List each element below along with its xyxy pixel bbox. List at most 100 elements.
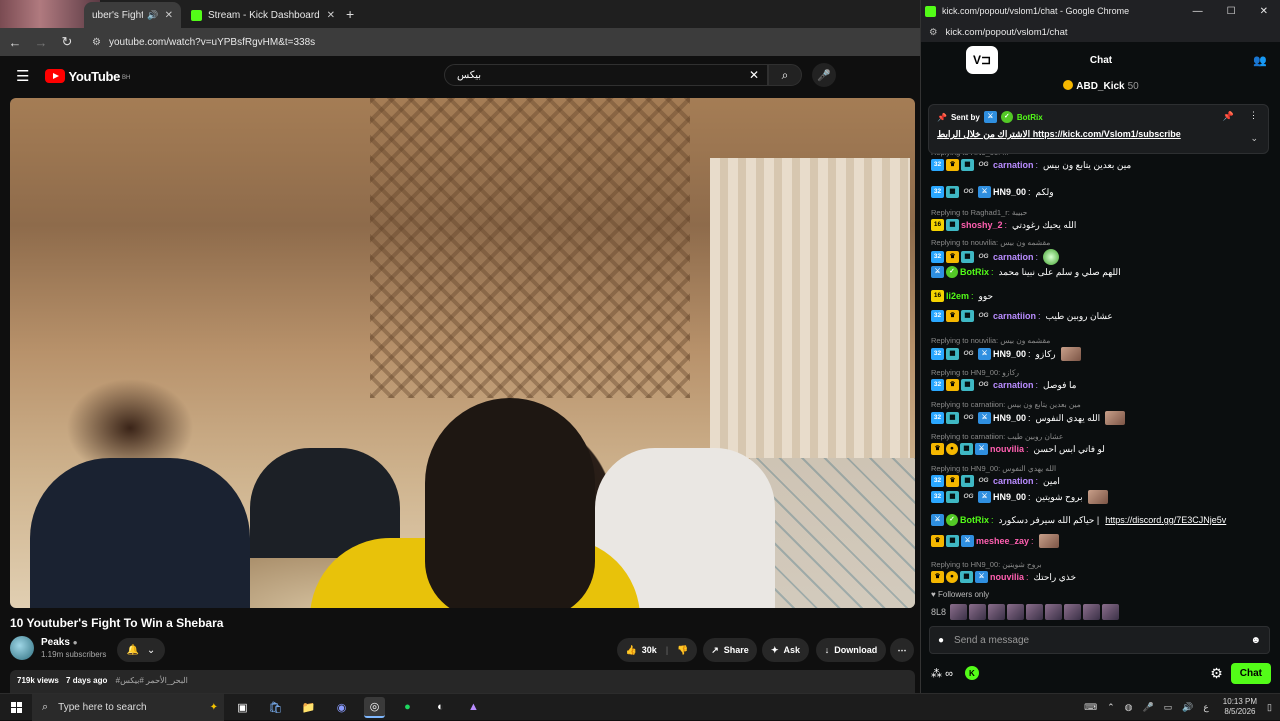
gifter-badge-icon[interactable]: ▦ bbox=[961, 475, 974, 487]
task-view-icon[interactable]: ▣ bbox=[232, 697, 253, 718]
close-tab-icon[interactable]: ✕ bbox=[165, 10, 173, 21]
pinned-message[interactable]: 📌 Sent by ⚔ ✓ BotRix الاشتراك من خلال ال… bbox=[928, 104, 1269, 154]
pinned-user[interactable]: BotRix bbox=[1017, 113, 1043, 122]
reply-context[interactable]: Replying to Raghad1_r: حبيبة bbox=[931, 208, 1271, 217]
vip-badge-icon[interactable]: ⚔ bbox=[961, 535, 974, 547]
gifter-badge-icon[interactable]: ▦ bbox=[961, 379, 974, 391]
menu-icon[interactable]: ☰ bbox=[16, 67, 29, 85]
network-icon[interactable]: ▭ bbox=[1164, 702, 1173, 713]
channel-logo[interactable]: V⊐ bbox=[966, 46, 998, 74]
clear-search-icon[interactable]: ✕ bbox=[749, 68, 759, 82]
coin-badge-icon[interactable]: ● bbox=[946, 443, 958, 455]
og-badge-icon[interactable]: OG bbox=[976, 475, 991, 487]
chat-username[interactable]: nouvilia bbox=[990, 572, 1024, 582]
crown-badge-icon[interactable]: ♛ bbox=[946, 251, 959, 263]
og-badge-icon[interactable]: OG bbox=[976, 159, 991, 171]
gifter-badge-icon[interactable]: ▦ bbox=[946, 219, 959, 231]
coin-badge-icon[interactable]: ● bbox=[946, 571, 958, 583]
top-gifter[interactable]: ABD_Kick 50 bbox=[921, 80, 1280, 92]
reply-context[interactable]: Replying to nouvilia: مقشمه ون بيس bbox=[931, 238, 1271, 247]
users-icon[interactable]: 👥 bbox=[1253, 54, 1267, 67]
og-badge-icon[interactable]: OG bbox=[976, 251, 991, 263]
follower-avatar[interactable] bbox=[1045, 604, 1063, 620]
language-indicator[interactable]: ع bbox=[1203, 702, 1208, 713]
verified-badge-icon[interactable]: ✓ bbox=[946, 266, 958, 278]
chat-username[interactable]: HN9_00 bbox=[993, 187, 1026, 197]
chat-message[interactable]: ⚔ ✓ BotRix: اللهم صلي و سلم على نبينا محمد bbox=[931, 264, 1271, 278]
subscriber-badge-icon[interactable]: 32 bbox=[931, 186, 944, 198]
chat-username[interactable]: HN9_00 bbox=[993, 349, 1026, 359]
more-actions-button[interactable]: ⋯ bbox=[890, 638, 914, 662]
gift-count-badge-icon[interactable]: 16 bbox=[931, 290, 944, 302]
chat-username[interactable]: carnation bbox=[993, 252, 1034, 262]
follower-avatar[interactable] bbox=[1064, 604, 1082, 620]
reply-context[interactable]: Replying to HN9_00: بروح شويتين bbox=[931, 560, 1271, 569]
follower-avatar[interactable] bbox=[950, 604, 968, 620]
gear-icon[interactable]: ⚙ bbox=[1210, 665, 1223, 682]
more-options-icon[interactable]: ⋮ bbox=[1249, 110, 1258, 121]
app-icon[interactable]: ▲ bbox=[463, 697, 484, 718]
tray-app-icon[interactable]: ◍ bbox=[1125, 702, 1133, 713]
follower-avatar[interactable] bbox=[1083, 604, 1101, 620]
kick-points-icon[interactable]: K bbox=[964, 666, 979, 680]
notifications-button[interactable]: 🔔 ⌄ bbox=[117, 638, 165, 662]
reply-context[interactable]: Replying to HN9_00: ركازو bbox=[931, 368, 1271, 377]
url-field[interactable]: ⚙ youtube.com/watch?v=uYPBsfRgvHM&t=338s bbox=[92, 37, 315, 48]
chat-identity-icon[interactable]: ● bbox=[938, 635, 944, 646]
chat-username[interactable]: carnation bbox=[993, 160, 1034, 170]
vip-badge-icon[interactable]: ⚔ bbox=[978, 412, 991, 424]
chat-username[interactable]: carnatiion bbox=[993, 311, 1036, 321]
site-settings-icon[interactable]: ⚙ bbox=[92, 37, 101, 48]
file-explorer-icon[interactable]: 📁 bbox=[298, 697, 319, 718]
vip-badge-icon[interactable]: ⚔ bbox=[978, 348, 991, 360]
back-icon[interactable]: ← bbox=[4, 35, 26, 50]
chat-username[interactable]: BotRix bbox=[960, 267, 989, 277]
og-badge-icon[interactable]: OG bbox=[961, 348, 976, 360]
emote-icon[interactable] bbox=[1105, 411, 1126, 425]
chat-message[interactable]: Replying to HN9_00: ركازو 32 ♛ ▦ OG carnation… bbox=[931, 368, 1271, 391]
vip-badge-icon[interactable]: ⚔ bbox=[975, 571, 988, 583]
chat-message[interactable]: Replying to nouvilia: مقشمه ون بيس 32 ♛ ▦ OG… bbox=[931, 238, 1271, 265]
crown-badge-icon[interactable]: ♛ bbox=[931, 443, 944, 455]
close-icon[interactable]: ✕ bbox=[1260, 6, 1268, 17]
gifter-badge-icon[interactable]: ▦ bbox=[946, 412, 959, 424]
mic-icon[interactable]: 🎤 bbox=[1142, 702, 1153, 713]
notifications-icon[interactable]: ▯ bbox=[1267, 702, 1272, 713]
og-badge-icon[interactable]: OG bbox=[961, 412, 976, 424]
crown-badge-icon[interactable]: ♛ bbox=[946, 159, 959, 171]
follower-avatar[interactable] bbox=[969, 604, 987, 620]
gift-count-badge-icon[interactable]: 16 bbox=[931, 219, 944, 231]
gifter-badge-icon[interactable]: ▦ bbox=[946, 491, 959, 503]
chat-message[interactable]: 16 li2em: حوو bbox=[931, 288, 1271, 302]
hashtags[interactable]: #البحر_الأحمر #بيكس bbox=[116, 676, 188, 685]
popout-address-bar[interactable]: ⚙ kick.com/popout/vslom1/chat bbox=[921, 22, 1280, 42]
gifter-badge-icon[interactable]: ▦ bbox=[960, 443, 973, 455]
channel-name[interactable]: Peaks ● bbox=[41, 637, 106, 648]
gifter-badge-icon[interactable]: ▦ bbox=[960, 571, 973, 583]
unpin-icon[interactable]: 📌 bbox=[1223, 111, 1234, 122]
follower-avatar[interactable] bbox=[988, 604, 1006, 620]
download-button[interactable]: ↓ Download bbox=[816, 638, 886, 662]
search-input[interactable]: بيكس ✕ bbox=[444, 64, 768, 86]
reload-icon[interactable]: ↻ bbox=[56, 34, 78, 50]
search-button[interactable]: ⌕ bbox=[768, 64, 802, 86]
forward-icon[interactable]: → bbox=[30, 35, 52, 50]
subscriber-badge-icon[interactable]: 32 bbox=[931, 159, 944, 171]
chat-username[interactable]: shoshy_2 bbox=[961, 220, 1003, 230]
follower-avatar[interactable] bbox=[1026, 604, 1044, 620]
chat-username[interactable]: carnation bbox=[993, 476, 1034, 486]
gifter-badge-icon[interactable]: ▦ bbox=[961, 251, 974, 263]
og-badge-icon[interactable]: OG bbox=[961, 186, 976, 198]
youtube-logo[interactable]: YouTube BH bbox=[45, 69, 130, 84]
vip-badge-icon[interactable]: ⚔ bbox=[978, 186, 991, 198]
close-tab-icon[interactable]: ✕ bbox=[327, 10, 335, 21]
speaker-icon[interactable]: 🔊 bbox=[147, 10, 158, 21]
crown-badge-icon[interactable]: ♛ bbox=[946, 379, 959, 391]
discord-icon[interactable]: ◉ bbox=[331, 697, 352, 718]
chat-message[interactable]: Replying to Raghad1_r: حبيبة 16 ▦ shoshy_2:… bbox=[931, 208, 1271, 231]
gifter-badge-icon[interactable]: ▦ bbox=[946, 348, 959, 360]
maximize-icon[interactable]: ☐ bbox=[1227, 6, 1236, 17]
emoji-icon[interactable]: ☻ bbox=[1250, 635, 1261, 646]
start-button[interactable] bbox=[0, 701, 32, 713]
chat-message[interactable]: 32 ▦ OG ⚔ HN9_00: ولكم bbox=[931, 184, 1271, 198]
